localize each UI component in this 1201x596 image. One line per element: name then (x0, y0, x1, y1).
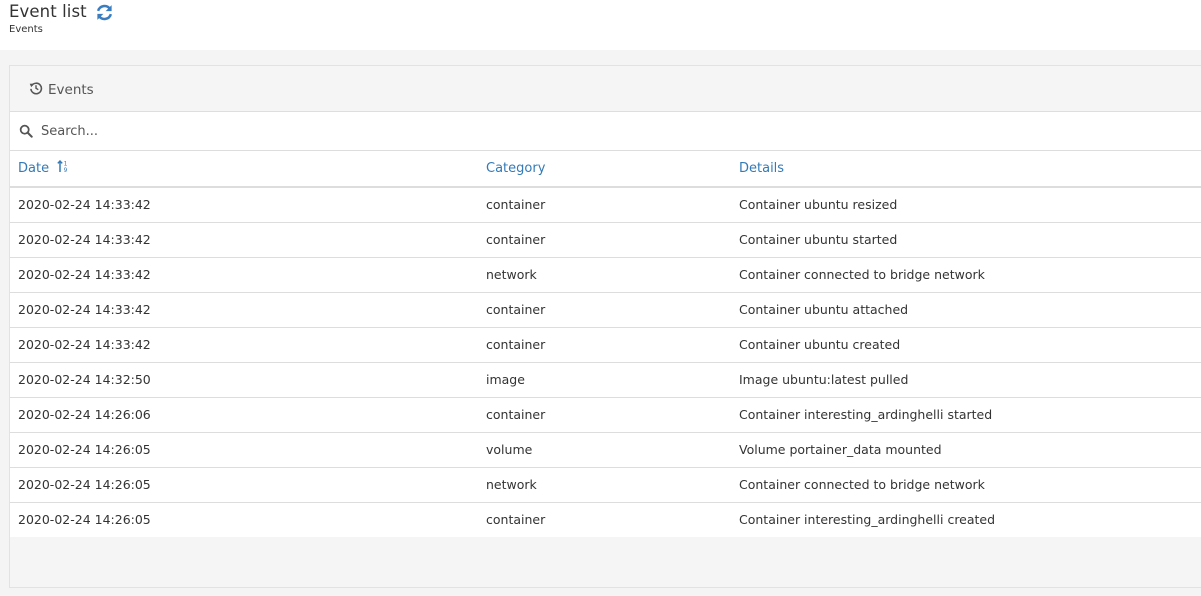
table-row: 2020-02-24 14:26:05 container Container … (10, 501, 1201, 537)
column-header-date[interactable]: Date 1 9 (10, 151, 478, 188)
cell-details: Container interesting_ardinghelli create… (731, 501, 1201, 537)
cell-details: Container ubuntu started (731, 221, 1201, 257)
page-title: Event list (9, 2, 87, 21)
cell-details: Container connected to bridge network (731, 256, 1201, 292)
cell-category: container (478, 291, 731, 327)
search-bar (10, 112, 1201, 151)
events-widget: Events Date (9, 65, 1201, 588)
cell-date: 2020-02-24 14:26:05 (10, 431, 478, 467)
svg-text:9: 9 (64, 168, 68, 173)
table-row: 2020-02-24 14:33:42 container Container … (10, 326, 1201, 362)
history-icon (29, 81, 48, 99)
cell-details: Container ubuntu attached (731, 291, 1201, 327)
cell-category: container (478, 501, 731, 537)
cell-details: Volume portainer_data mounted (731, 431, 1201, 467)
column-header-date-label: Date (18, 161, 50, 176)
column-header-details-label[interactable]: Details (739, 161, 784, 176)
widget-title-label: Events (48, 82, 94, 98)
breadcrumb: Events (9, 24, 43, 35)
cell-date: 2020-02-24 14:26:05 (10, 466, 478, 502)
cell-category: network (478, 256, 731, 292)
cell-details: Container interesting_ardinghelli starte… (731, 396, 1201, 432)
page-header: Event list Events (0, 0, 1201, 50)
cell-category: volume (478, 431, 731, 467)
table-row: 2020-02-24 14:32:50 image Image ubuntu:l… (10, 361, 1201, 397)
table-row: 2020-02-24 14:26:05 network Container co… (10, 466, 1201, 502)
cell-category: container (486, 197, 546, 213)
widget-header: Events (10, 66, 1201, 112)
cell-category: container (478, 396, 731, 432)
title-row: Event list (9, 0, 115, 24)
table-row: 2020-02-24 14:33:42 container Container … (10, 187, 1201, 222)
column-header-details[interactable]: Details (731, 151, 1201, 188)
date-sort-link[interactable]: Date 1 9 (18, 159, 69, 177)
events-table: Date 1 9 Category Details 2020-02-24 14:… (10, 151, 1201, 537)
cell-category: image (478, 361, 731, 397)
cell-details: Container ubuntu resized (739, 197, 898, 213)
table-row: 2020-02-24 14:33:42 container Container … (10, 221, 1201, 257)
cell-date: 2020-02-24 14:33:42 (10, 291, 478, 327)
cell-date: 2020-02-24 14:26:05 (10, 501, 478, 537)
table-header-row: Date 1 9 Category Details (10, 151, 1201, 188)
cell-details: Image ubuntu:latest pulled (731, 361, 1201, 397)
cell-category: container (478, 326, 731, 362)
search-icon (18, 123, 34, 139)
cell-date: 2020-02-24 14:33:42 (10, 256, 478, 292)
cell-date: 2020-02-24 14:26:06 (10, 396, 478, 432)
cell-category: network (478, 466, 731, 502)
column-header-category-label[interactable]: Category (486, 161, 545, 176)
cell-details: Container connected to bridge network (731, 466, 1201, 502)
cell-date: 2020-02-24 14:33:42 (10, 326, 478, 362)
cell-date: 2020-02-24 14:33:42 (10, 221, 478, 257)
svg-text:1: 1 (64, 162, 68, 168)
sort-numeric-asc-icon: 1 9 (57, 159, 69, 177)
cell-details: Container ubuntu created (731, 326, 1201, 362)
table-row: 2020-02-24 14:33:42 network Container co… (10, 256, 1201, 292)
search-input[interactable] (41, 123, 1141, 139)
table-row: 2020-02-24 14:26:06 container Container … (10, 396, 1201, 432)
column-header-category[interactable]: Category (478, 151, 731, 188)
table-row: 2020-02-24 14:26:05 volume Volume portai… (10, 431, 1201, 467)
refresh-icon[interactable] (95, 2, 115, 22)
cell-date: 2020-02-24 14:33:42 (18, 197, 151, 213)
cell-category: container (478, 221, 731, 257)
cell-date: 2020-02-24 14:32:50 (10, 361, 478, 397)
widget-title: Events (29, 81, 94, 99)
table-row: 2020-02-24 14:33:42 container Container … (10, 291, 1201, 327)
